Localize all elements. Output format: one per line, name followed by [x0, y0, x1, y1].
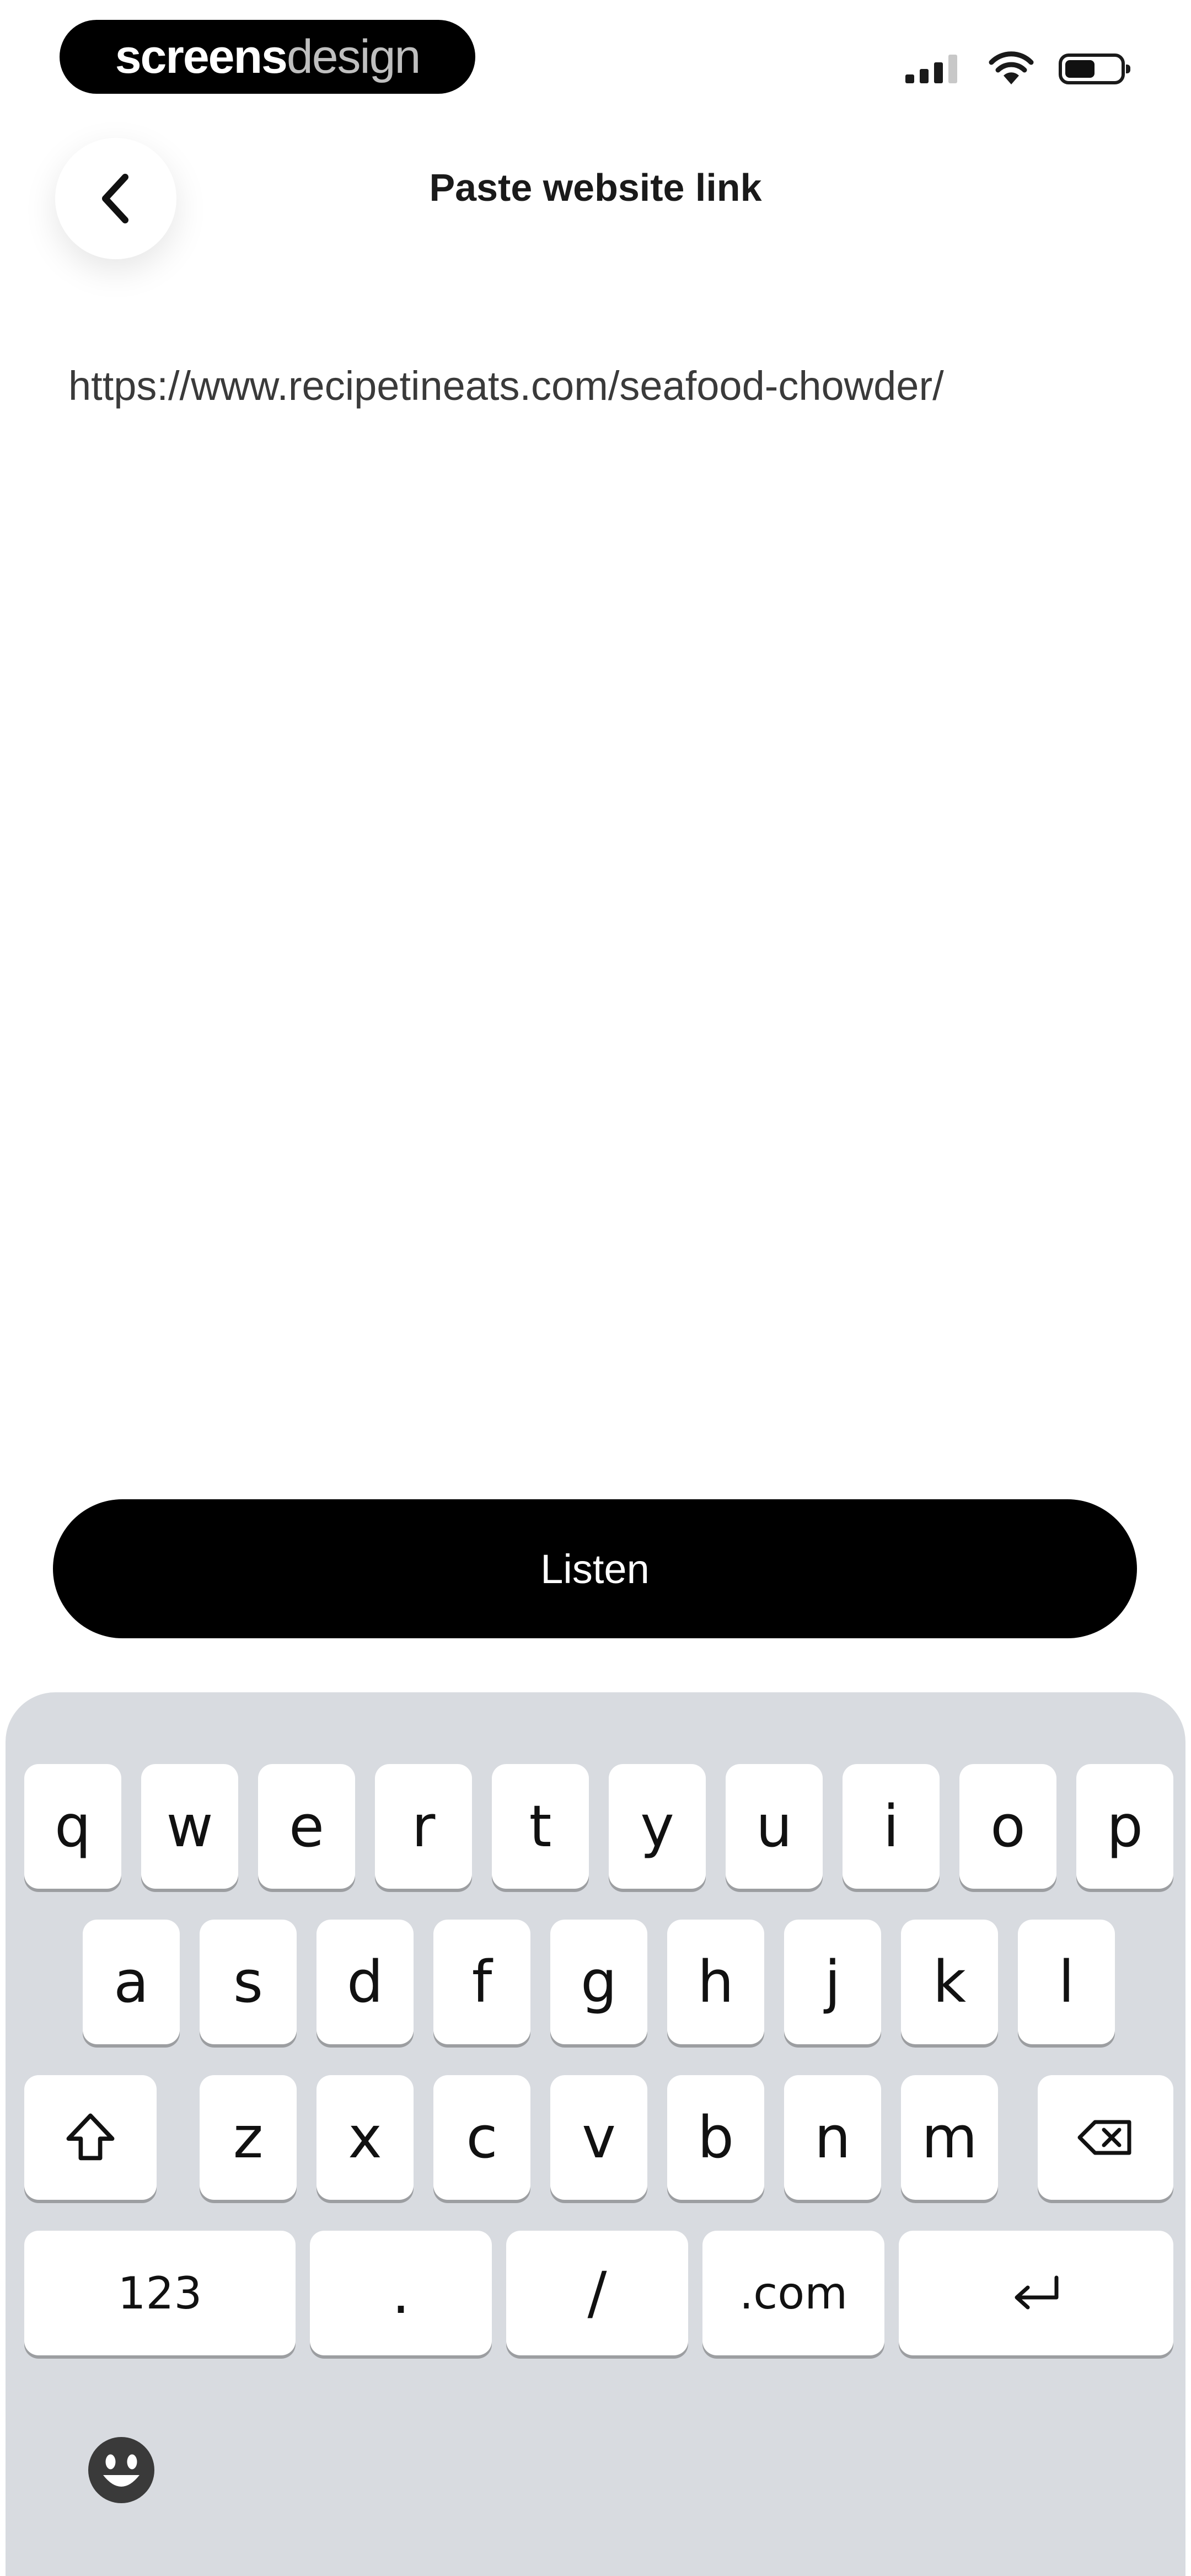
- key-h[interactable]: h: [667, 1920, 764, 2044]
- key-r[interactable]: r: [375, 1764, 472, 1889]
- listen-button[interactable]: Listen: [53, 1499, 1137, 1638]
- key-b[interactable]: b: [667, 2075, 764, 2200]
- return-icon: [1015, 2275, 1059, 2310]
- signal-icon: [905, 55, 957, 83]
- key-j[interactable]: j: [784, 1920, 881, 2044]
- key-m[interactable]: m: [901, 2075, 998, 2200]
- wifi-icon: [989, 51, 1034, 84]
- key-i[interactable]: i: [843, 1764, 940, 1889]
- key-c[interactable]: c: [433, 2075, 530, 2200]
- key-g[interactable]: g: [550, 1920, 647, 2044]
- key-q[interactable]: q: [24, 1764, 121, 1889]
- dotcom-key[interactable]: .com: [702, 2231, 884, 2355]
- key-o[interactable]: o: [959, 1764, 1056, 1889]
- key-z[interactable]: z: [200, 2075, 297, 2200]
- key-e[interactable]: e: [258, 1764, 355, 1889]
- key-u[interactable]: u: [726, 1764, 823, 1889]
- keyboard: q w e r t y u i o p a s d f g h j k l z …: [6, 1692, 1185, 2576]
- numbers-key[interactable]: 123: [24, 2231, 296, 2355]
- watermark-light: design: [286, 30, 421, 83]
- page-title: Paste website link: [429, 166, 762, 209]
- slash-key[interactable]: /: [506, 2231, 688, 2355]
- battery-icon: [1059, 54, 1130, 84]
- key-v[interactable]: v: [550, 2075, 647, 2200]
- key-f[interactable]: f: [433, 1920, 530, 2044]
- key-n[interactable]: n: [784, 2075, 881, 2200]
- return-key[interactable]: [899, 2231, 1173, 2355]
- backspace-icon: [1077, 2120, 1131, 2155]
- period-key[interactable]: .: [310, 2231, 492, 2355]
- emoji-icon: [88, 2437, 154, 2503]
- key-s[interactable]: s: [200, 1920, 297, 2044]
- backspace-key[interactable]: [1038, 2075, 1173, 2200]
- key-x[interactable]: x: [316, 2075, 414, 2200]
- key-p[interactable]: p: [1076, 1764, 1173, 1889]
- key-l[interactable]: l: [1018, 1920, 1115, 2044]
- shift-icon: [66, 2113, 115, 2161]
- status-bar: [903, 44, 1130, 94]
- shift-key[interactable]: [24, 2075, 157, 2200]
- watermark-badge: screens design: [60, 20, 475, 94]
- key-d[interactable]: d: [316, 1920, 414, 2044]
- key-w[interactable]: w: [141, 1764, 238, 1889]
- key-t[interactable]: t: [492, 1764, 589, 1889]
- key-y[interactable]: y: [609, 1764, 706, 1889]
- link-input[interactable]: https://www.recipetineats.com/seafood-ch…: [68, 353, 973, 419]
- emoji-key[interactable]: [77, 2426, 165, 2514]
- watermark-bold: screens: [115, 30, 288, 83]
- key-k[interactable]: k: [901, 1920, 998, 2044]
- key-a[interactable]: a: [83, 1920, 180, 2044]
